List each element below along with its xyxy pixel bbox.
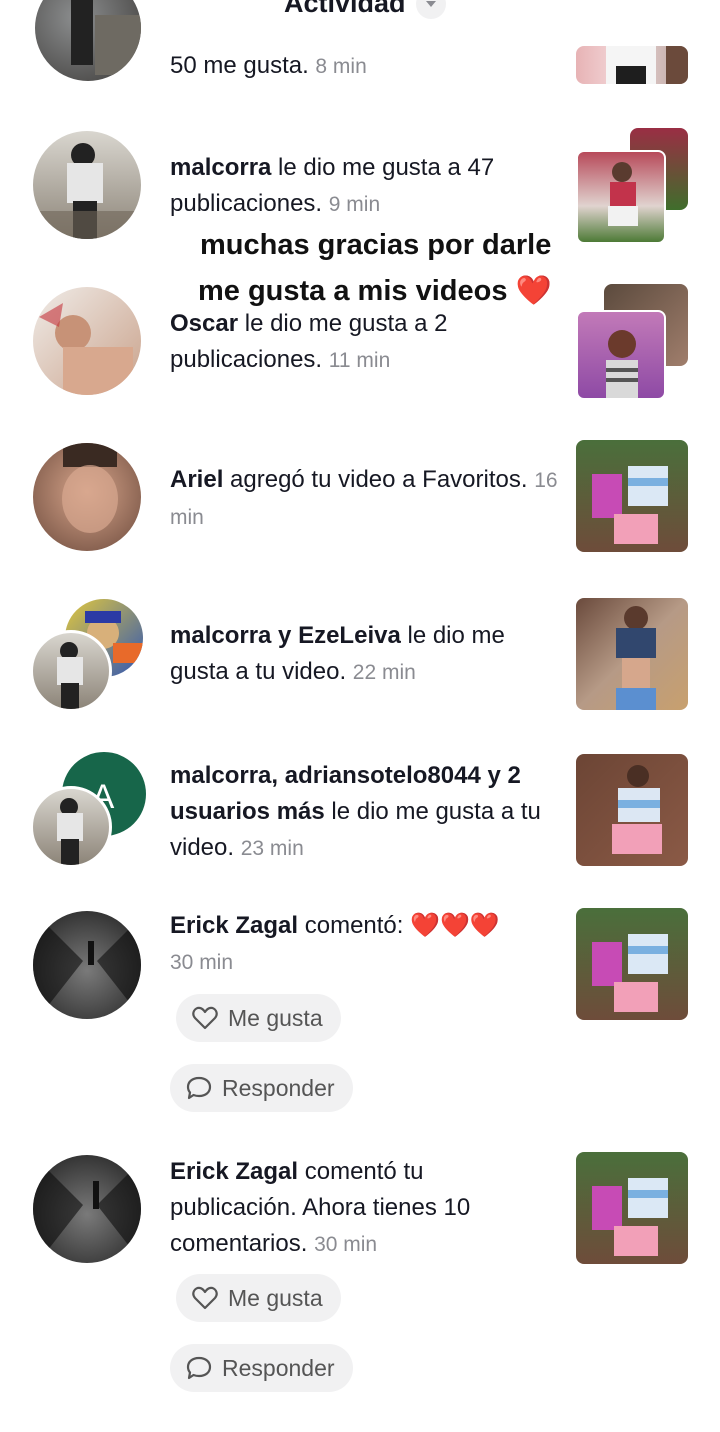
reply-button[interactable]: Responder — [170, 1064, 353, 1112]
activity-text: Erick Zagal comentó tu publicación. Ahor… — [170, 1158, 471, 1257]
activity-row[interactable]: Oscar le dio me gusta a 2 publicaciones.… — [0, 284, 720, 404]
avatar[interactable] — [30, 284, 144, 398]
reply-button[interactable]: Responder — [170, 1344, 353, 1392]
video-thumbnail[interactable] — [576, 908, 688, 1020]
activity-text: Erick Zagal comentó: ❤️❤️❤️ 30 min — [170, 912, 500, 974]
video-thumbnail[interactable] — [576, 440, 688, 552]
activity-text: malcorra y EzeLeiva le dio me gusta a tu… — [170, 622, 505, 685]
heart-outline-icon — [192, 1286, 218, 1310]
activity-row[interactable]: Erick Zagal comentó: ❤️❤️❤️ 30 min Me gu… — [0, 908, 720, 1118]
activity-text: Oscar le dio me gusta a 2 publicaciones.… — [170, 310, 448, 373]
like-comment-button[interactable]: Me gusta — [176, 1274, 341, 1322]
activity-text: Ariel agregó tu video a Favoritos. 16 mi… — [170, 466, 558, 529]
video-thumbnail[interactable] — [576, 1152, 688, 1264]
activity-text: malcorra le dio me gusta a 47 publicacio… — [170, 154, 495, 217]
video-thumbnail[interactable] — [576, 310, 666, 400]
reply-label: Responder — [222, 1074, 335, 1101]
activity-row[interactable]: Ariel agregó tu video a Favoritos. 16 mi… — [0, 440, 720, 560]
heart-outline-icon — [192, 1006, 218, 1030]
avatar[interactable] — [30, 128, 144, 242]
activity-row[interactable]: Erick Zagal comentó tu publicación. Ahor… — [0, 1152, 720, 1402]
activity-row[interactable]: A malcorra, adriansotelo8044 y 2 usuario… — [0, 752, 720, 872]
video-thumbnail[interactable] — [576, 46, 688, 84]
like-comment-button[interactable]: Me gusta — [176, 994, 341, 1042]
avatar[interactable] — [30, 440, 144, 554]
like-label: Me gusta — [228, 1284, 323, 1311]
avatar[interactable] — [30, 1152, 144, 1266]
activity-text: malcorra, adriansotelo8044 y 2 usuarios … — [170, 762, 541, 861]
reply-label: Responder — [222, 1354, 335, 1381]
video-thumbnail[interactable] — [576, 150, 666, 244]
avatar[interactable] — [30, 908, 144, 1022]
activity-text: 50 me gusta. 8 min — [170, 52, 367, 79]
video-thumbnail[interactable] — [576, 754, 688, 866]
avatar[interactable] — [32, 0, 144, 84]
video-thumbnail[interactable] — [576, 598, 688, 710]
avatar[interactable] — [30, 786, 112, 868]
activity-row[interactable]: malcorra y EzeLeiva le dio me gusta a tu… — [0, 596, 720, 716]
like-label: Me gusta — [228, 1004, 323, 1031]
activity-row[interactable]: 50 me gusta. 8 min — [0, 0, 720, 100]
speech-bubble-icon — [186, 1076, 212, 1100]
speech-bubble-icon — [186, 1356, 212, 1380]
avatar[interactable] — [30, 630, 112, 712]
